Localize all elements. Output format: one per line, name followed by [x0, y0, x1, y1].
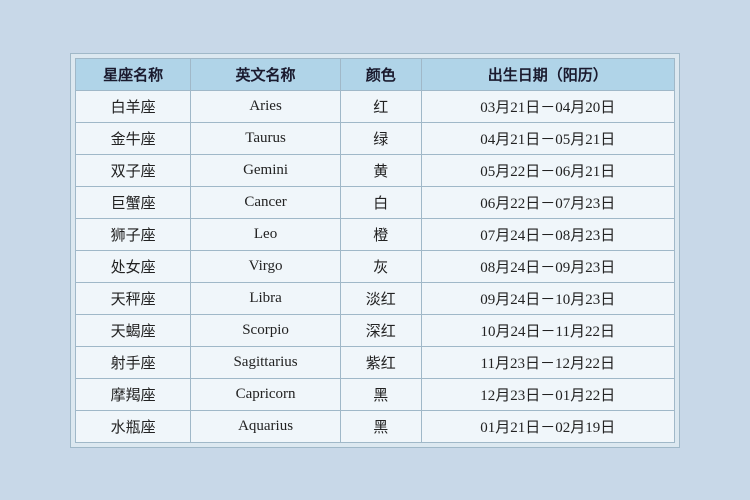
cell-zh: 射手座 — [76, 346, 191, 378]
cell-en: Sagittarius — [191, 346, 341, 378]
cell-color: 黑 — [340, 378, 421, 410]
cell-date: 10月24日－11月22日 — [421, 314, 674, 346]
table-row: 天秤座Libra淡红09月24日－10月23日 — [76, 282, 675, 314]
cell-color: 橙 — [340, 218, 421, 250]
cell-date: 12月23日－01月22日 — [421, 378, 674, 410]
cell-zh: 处女座 — [76, 250, 191, 282]
cell-en: Leo — [191, 218, 341, 250]
cell-color: 红 — [340, 90, 421, 122]
zodiac-table-container: 星座名称 英文名称 颜色 出生日期（阳历） 白羊座Aries红03月21日－04… — [70, 53, 680, 448]
header-date: 出生日期（阳历） — [421, 58, 674, 90]
cell-en: Aquarius — [191, 410, 341, 442]
cell-color: 绿 — [340, 122, 421, 154]
cell-en: Gemini — [191, 154, 341, 186]
header-color: 颜色 — [340, 58, 421, 90]
header-zh: 星座名称 — [76, 58, 191, 90]
cell-en: Virgo — [191, 250, 341, 282]
cell-color: 淡红 — [340, 282, 421, 314]
cell-en: Scorpio — [191, 314, 341, 346]
cell-zh: 天蝎座 — [76, 314, 191, 346]
cell-zh: 水瓶座 — [76, 410, 191, 442]
cell-color: 深红 — [340, 314, 421, 346]
cell-zh: 天秤座 — [76, 282, 191, 314]
cell-date: 11月23日－12月22日 — [421, 346, 674, 378]
cell-en: Libra — [191, 282, 341, 314]
zodiac-table: 星座名称 英文名称 颜色 出生日期（阳历） 白羊座Aries红03月21日－04… — [75, 58, 675, 443]
cell-color: 灰 — [340, 250, 421, 282]
table-row: 双子座Gemini黄05月22日－06月21日 — [76, 154, 675, 186]
cell-date: 05月22日－06月21日 — [421, 154, 674, 186]
table-header-row: 星座名称 英文名称 颜色 出生日期（阳历） — [76, 58, 675, 90]
cell-en: Aries — [191, 90, 341, 122]
cell-color: 紫红 — [340, 346, 421, 378]
cell-date: 01月21日－02月19日 — [421, 410, 674, 442]
cell-date: 08月24日－09月23日 — [421, 250, 674, 282]
cell-en: Cancer — [191, 186, 341, 218]
cell-zh: 巨蟹座 — [76, 186, 191, 218]
table-row: 狮子座Leo橙07月24日－08月23日 — [76, 218, 675, 250]
table-body: 白羊座Aries红03月21日－04月20日金牛座Taurus绿04月21日－0… — [76, 90, 675, 442]
cell-zh: 双子座 — [76, 154, 191, 186]
table-row: 射手座Sagittarius紫红11月23日－12月22日 — [76, 346, 675, 378]
cell-date: 06月22日－07月23日 — [421, 186, 674, 218]
table-row: 天蝎座Scorpio深红10月24日－11月22日 — [76, 314, 675, 346]
cell-color: 黑 — [340, 410, 421, 442]
table-row: 金牛座Taurus绿04月21日－05月21日 — [76, 122, 675, 154]
cell-date: 07月24日－08月23日 — [421, 218, 674, 250]
cell-color: 黄 — [340, 154, 421, 186]
table-row: 白羊座Aries红03月21日－04月20日 — [76, 90, 675, 122]
header-en: 英文名称 — [191, 58, 341, 90]
table-row: 水瓶座Aquarius黑01月21日－02月19日 — [76, 410, 675, 442]
cell-zh: 金牛座 — [76, 122, 191, 154]
cell-en: Taurus — [191, 122, 341, 154]
cell-en: Capricorn — [191, 378, 341, 410]
cell-zh: 摩羯座 — [76, 378, 191, 410]
cell-date: 03月21日－04月20日 — [421, 90, 674, 122]
cell-color: 白 — [340, 186, 421, 218]
cell-date: 04月21日－05月21日 — [421, 122, 674, 154]
cell-zh: 狮子座 — [76, 218, 191, 250]
table-row: 巨蟹座Cancer白06月22日－07月23日 — [76, 186, 675, 218]
table-row: 摩羯座Capricorn黑12月23日－01月22日 — [76, 378, 675, 410]
cell-date: 09月24日－10月23日 — [421, 282, 674, 314]
cell-zh: 白羊座 — [76, 90, 191, 122]
table-row: 处女座Virgo灰08月24日－09月23日 — [76, 250, 675, 282]
